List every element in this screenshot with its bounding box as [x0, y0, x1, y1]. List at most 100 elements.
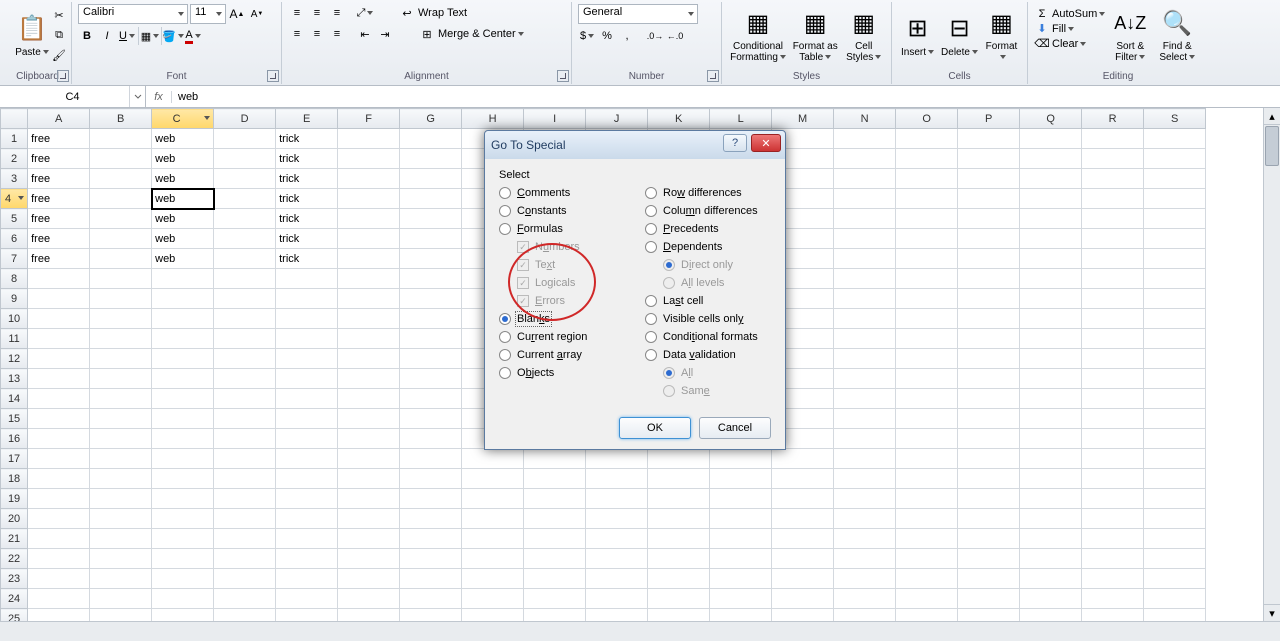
cell-S10[interactable] [1144, 309, 1206, 329]
cell-G8[interactable] [400, 269, 462, 289]
row-header-21[interactable]: 21 [1, 529, 28, 549]
cell-D13[interactable] [214, 369, 276, 389]
delete-button[interactable]: ⊟Delete [940, 4, 979, 66]
row-header-6[interactable]: 6 [1, 229, 28, 249]
cell-E10[interactable] [276, 309, 338, 329]
cell-O12[interactable] [896, 349, 958, 369]
cell-G25[interactable] [400, 609, 462, 622]
column-header-G[interactable]: G [400, 109, 462, 129]
cell-B15[interactable] [90, 409, 152, 429]
cell-S24[interactable] [1144, 589, 1206, 609]
row-header-8[interactable]: 8 [1, 269, 28, 289]
cell-A10[interactable] [28, 309, 90, 329]
cell-E17[interactable] [276, 449, 338, 469]
cell-O23[interactable] [896, 569, 958, 589]
cell-K17[interactable] [648, 449, 710, 469]
cell-F20[interactable] [338, 509, 400, 529]
row-header-5[interactable]: 5 [1, 209, 28, 229]
cell-O16[interactable] [896, 429, 958, 449]
align-middle-button[interactable]: ≡ [308, 4, 326, 22]
cell-E1[interactable]: trick [276, 129, 338, 149]
cell-C23[interactable] [152, 569, 214, 589]
cell-B10[interactable] [90, 309, 152, 329]
format-painter-button[interactable]: 🖌 [50, 46, 68, 64]
cell-S3[interactable] [1144, 169, 1206, 189]
column-header-E[interactable]: E [276, 109, 338, 129]
clear-button[interactable]: ⌫Clear [1034, 37, 1105, 50]
cell-E21[interactable] [276, 529, 338, 549]
cell-F15[interactable] [338, 409, 400, 429]
cell-N19[interactable] [834, 489, 896, 509]
cell-H19[interactable] [462, 489, 524, 509]
cell-G17[interactable] [400, 449, 462, 469]
column-header-H[interactable]: H [462, 109, 524, 129]
cell-Q23[interactable] [1020, 569, 1082, 589]
column-header-O[interactable]: O [896, 109, 958, 129]
cell-Q14[interactable] [1020, 389, 1082, 409]
cell-R17[interactable] [1082, 449, 1144, 469]
cell-O11[interactable] [896, 329, 958, 349]
cell-B11[interactable] [90, 329, 152, 349]
cell-H17[interactable] [462, 449, 524, 469]
cell-M17[interactable] [772, 449, 834, 469]
row-header-23[interactable]: 23 [1, 569, 28, 589]
cell-B22[interactable] [90, 549, 152, 569]
align-right-button[interactable]: ≡ [328, 25, 346, 43]
italic-button[interactable]: I [98, 27, 116, 45]
cell-G18[interactable] [400, 469, 462, 489]
cell-Q17[interactable] [1020, 449, 1082, 469]
column-header-L[interactable]: L [710, 109, 772, 129]
cell-N10[interactable] [834, 309, 896, 329]
cell-E14[interactable] [276, 389, 338, 409]
cell-R6[interactable] [1082, 229, 1144, 249]
cell-Q9[interactable] [1020, 289, 1082, 309]
cell-F4[interactable] [338, 189, 400, 209]
option-blanks[interactable]: Blanks [499, 313, 625, 325]
cell-O20[interactable] [896, 509, 958, 529]
cell-Q20[interactable] [1020, 509, 1082, 529]
fill-color-button[interactable]: 🪣 [164, 27, 182, 45]
cell-Q16[interactable] [1020, 429, 1082, 449]
cell-R22[interactable] [1082, 549, 1144, 569]
cell-D8[interactable] [214, 269, 276, 289]
cell-B6[interactable] [90, 229, 152, 249]
cell-G16[interactable] [400, 429, 462, 449]
row-header-14[interactable]: 14 [1, 389, 28, 409]
find-select-button[interactable]: 🔍Find & Select [1155, 4, 1199, 66]
cell-P17[interactable] [958, 449, 1020, 469]
cell-I23[interactable] [524, 569, 586, 589]
select-all-corner[interactable] [1, 109, 28, 129]
cell-E11[interactable] [276, 329, 338, 349]
cell-S2[interactable] [1144, 149, 1206, 169]
cell-P25[interactable] [958, 609, 1020, 622]
cell-I19[interactable] [524, 489, 586, 509]
cell-P4[interactable] [958, 189, 1020, 209]
cell-R14[interactable] [1082, 389, 1144, 409]
align-left-button[interactable]: ≡ [288, 25, 306, 43]
cell-G24[interactable] [400, 589, 462, 609]
cell-E7[interactable]: trick [276, 249, 338, 269]
row-header-18[interactable]: 18 [1, 469, 28, 489]
cell-F16[interactable] [338, 429, 400, 449]
cell-C22[interactable] [152, 549, 214, 569]
cell-F3[interactable] [338, 169, 400, 189]
cell-O14[interactable] [896, 389, 958, 409]
cell-E6[interactable]: trick [276, 229, 338, 249]
cell-O21[interactable] [896, 529, 958, 549]
font-size-select[interactable]: 11 [190, 4, 226, 24]
cell-O15[interactable] [896, 409, 958, 429]
cell-B5[interactable] [90, 209, 152, 229]
cell-A8[interactable] [28, 269, 90, 289]
cell-R10[interactable] [1082, 309, 1144, 329]
conditional-formatting-button[interactable]: ▦Conditional Formatting [728, 4, 788, 66]
cell-E19[interactable] [276, 489, 338, 509]
cell-P6[interactable] [958, 229, 1020, 249]
cell-K25[interactable] [648, 609, 710, 622]
cell-D14[interactable] [214, 389, 276, 409]
cell-N7[interactable] [834, 249, 896, 269]
option-dependents[interactable]: Dependents [645, 241, 771, 253]
cell-P14[interactable] [958, 389, 1020, 409]
cell-A22[interactable] [28, 549, 90, 569]
cell-F13[interactable] [338, 369, 400, 389]
cell-Q15[interactable] [1020, 409, 1082, 429]
